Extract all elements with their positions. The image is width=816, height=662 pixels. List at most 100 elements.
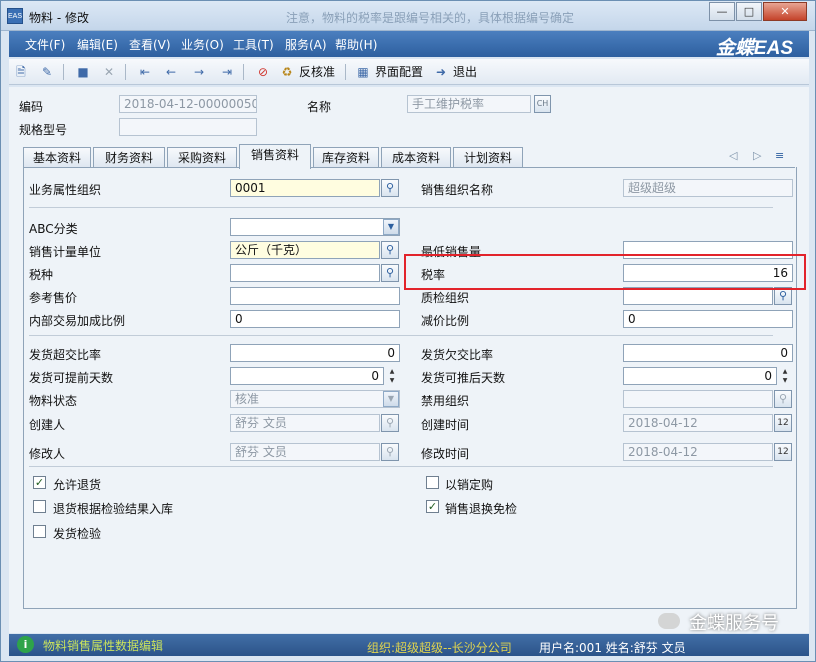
- form-content: 编码 2018-04-12-00000050 名称 手工维护税率 CH 规格型号…: [9, 87, 809, 633]
- exit-icon: ➜: [435, 65, 447, 79]
- watermark: 金蝶服务号: [689, 613, 779, 634]
- menu-tools[interactable]: 工具(T): [233, 36, 274, 53]
- search-icon[interactable]: ⚲: [381, 414, 399, 432]
- allow-return-label: 允许退货: [53, 478, 102, 492]
- code-label: 编码: [19, 100, 44, 114]
- search-icon[interactable]: ⚲: [381, 179, 399, 197]
- search-icon[interactable]: ⚲: [381, 443, 399, 461]
- spinner-icon[interactable]: ▲ ▼: [386, 367, 398, 385]
- allow-return-checkbox[interactable]: ✓: [33, 476, 46, 489]
- tab-list-icon[interactable]: ≡: [775, 149, 784, 162]
- created-time-field[interactable]: 2018-04-12: [623, 414, 773, 432]
- ui-config-button[interactable]: 界面配置: [375, 63, 423, 81]
- over-ship-field[interactable]: 0: [230, 344, 400, 362]
- tab-sales[interactable]: 销售资料: [239, 144, 311, 169]
- forbid-icon[interactable]: ⊘: [255, 64, 271, 80]
- last-record-icon[interactable]: ⇥: [219, 64, 235, 80]
- toolbar: 🗎 ✎ ■ ✕ ⇤ ← → ⇥ ⊘ ♻ 反核准 ▦ 界面配置 ➜ 退出: [9, 59, 809, 85]
- created-time-label: 创建时间: [421, 418, 470, 432]
- delete-icon[interactable]: ✕: [101, 64, 117, 80]
- tab-finance[interactable]: 财务资料: [93, 147, 165, 168]
- tab-plan[interactable]: 计划资料: [453, 147, 523, 168]
- search-icon[interactable]: ⚲: [381, 241, 399, 259]
- save-icon[interactable]: ■: [75, 64, 91, 80]
- divider: [29, 466, 773, 467]
- info-icon: i: [17, 636, 34, 653]
- unaudit-icon: ♻: [281, 65, 293, 79]
- ref-price-field[interactable]: [230, 287, 400, 305]
- divider: [29, 207, 773, 208]
- title-bar: EAS 物料 - 修改 注意，物料的税率是跟编号相关的，具体根据编号确定 — □…: [1, 1, 815, 31]
- search-icon[interactable]: ⚲: [774, 390, 792, 408]
- tab-purchase[interactable]: 采购资料: [167, 147, 237, 168]
- spinner-icon[interactable]: ▲ ▼: [779, 367, 791, 385]
- new-icon[interactable]: 🗎: [13, 64, 29, 80]
- search-icon[interactable]: ⚲: [381, 264, 399, 282]
- menu-view[interactable]: 查看(V): [129, 36, 171, 53]
- qc-org-label: 质检组织: [421, 291, 470, 305]
- disable-org-label: 禁用组织: [421, 394, 470, 408]
- return-by-qc-checkbox[interactable]: [33, 500, 46, 513]
- status-select[interactable]: 核准: [230, 390, 400, 408]
- disable-org-field[interactable]: [623, 390, 773, 408]
- menu-help[interactable]: 帮助(H): [335, 36, 377, 53]
- over-ship-label: 发货超交比率: [29, 348, 102, 362]
- sales-unit-field[interactable]: 公斤（千克）: [230, 241, 380, 259]
- ship-inspect-checkbox[interactable]: [33, 525, 46, 538]
- return-exempt-checkbox[interactable]: ✓: [426, 500, 439, 513]
- toolbar-separator: [345, 64, 346, 80]
- menu-bar: 文件(F) 编辑(E) 查看(V) 业务(O) 工具(T) 服务(A) 帮助(H…: [9, 31, 809, 59]
- language-button[interactable]: CH: [534, 95, 551, 113]
- creator-field[interactable]: 舒芬 文员: [230, 414, 380, 432]
- tab-prev-icon[interactable]: ◁: [729, 149, 737, 162]
- chevron-down-icon[interactable]: ▼: [383, 219, 399, 235]
- advance-days-label: 发货可提前天数: [29, 371, 114, 385]
- discount-field[interactable]: 0: [623, 310, 793, 328]
- sales-panel: [23, 167, 797, 609]
- tab-basic[interactable]: 基本资料: [23, 147, 91, 168]
- modifier-field[interactable]: 舒芬 文员: [230, 443, 380, 461]
- toolbar-separator: [243, 64, 244, 80]
- brush-icon[interactable]: ✎: [39, 64, 55, 80]
- brand-logo: 金蝶EAS: [715, 38, 793, 59]
- menu-service[interactable]: 服务(A): [285, 36, 327, 53]
- abc-label: ABC分类: [29, 222, 78, 236]
- maximize-button[interactable]: □: [736, 2, 762, 21]
- close-button[interactable]: ✕: [763, 2, 807, 21]
- sales-org-name-field[interactable]: 超级超级: [623, 179, 793, 197]
- unaudit-button[interactable]: 反核准: [299, 63, 335, 81]
- sales-unit-label: 销售计量单位: [29, 245, 102, 259]
- abc-select[interactable]: [230, 218, 400, 236]
- calendar-icon[interactable]: 12: [774, 443, 792, 461]
- next-record-icon[interactable]: →: [191, 64, 207, 80]
- tab-next-icon[interactable]: ▷: [753, 149, 761, 162]
- name-field[interactable]: 手工维护税率: [407, 95, 531, 113]
- sell-by-order-checkbox[interactable]: [426, 476, 439, 489]
- first-record-icon[interactable]: ⇤: [137, 64, 153, 80]
- biz-org-label: 业务属性组织: [29, 183, 102, 197]
- toolbar-separator: [125, 64, 126, 80]
- chevron-down-icon[interactable]: ▼: [383, 391, 399, 407]
- code-field[interactable]: 2018-04-12-00000050: [119, 95, 257, 113]
- markup-field[interactable]: 0: [230, 310, 400, 328]
- prev-record-icon[interactable]: ←: [163, 64, 179, 80]
- spec-field[interactable]: [119, 118, 257, 136]
- tax-rate-highlight: [404, 254, 806, 290]
- tab-inventory[interactable]: 库存资料: [313, 147, 379, 168]
- return-exempt-label: 销售退换免检: [445, 502, 518, 516]
- name-label: 名称: [307, 100, 332, 114]
- delay-days-field[interactable]: 0: [623, 367, 777, 385]
- tax-type-field[interactable]: [230, 264, 380, 282]
- modified-time-field[interactable]: 2018-04-12: [623, 443, 773, 461]
- calendar-icon[interactable]: 12: [774, 414, 792, 432]
- menu-business[interactable]: 业务(O): [181, 36, 224, 53]
- exit-button[interactable]: 退出: [453, 63, 477, 81]
- eas-app-icon: EAS: [7, 8, 23, 24]
- minimize-button[interactable]: —: [709, 2, 735, 21]
- menu-file[interactable]: 文件(F): [25, 36, 65, 53]
- tab-cost[interactable]: 成本资料: [381, 147, 451, 168]
- menu-edit[interactable]: 编辑(E): [77, 36, 118, 53]
- under-ship-field[interactable]: 0: [623, 344, 793, 362]
- biz-org-field[interactable]: 0001: [230, 179, 380, 197]
- advance-days-field[interactable]: 0: [230, 367, 384, 385]
